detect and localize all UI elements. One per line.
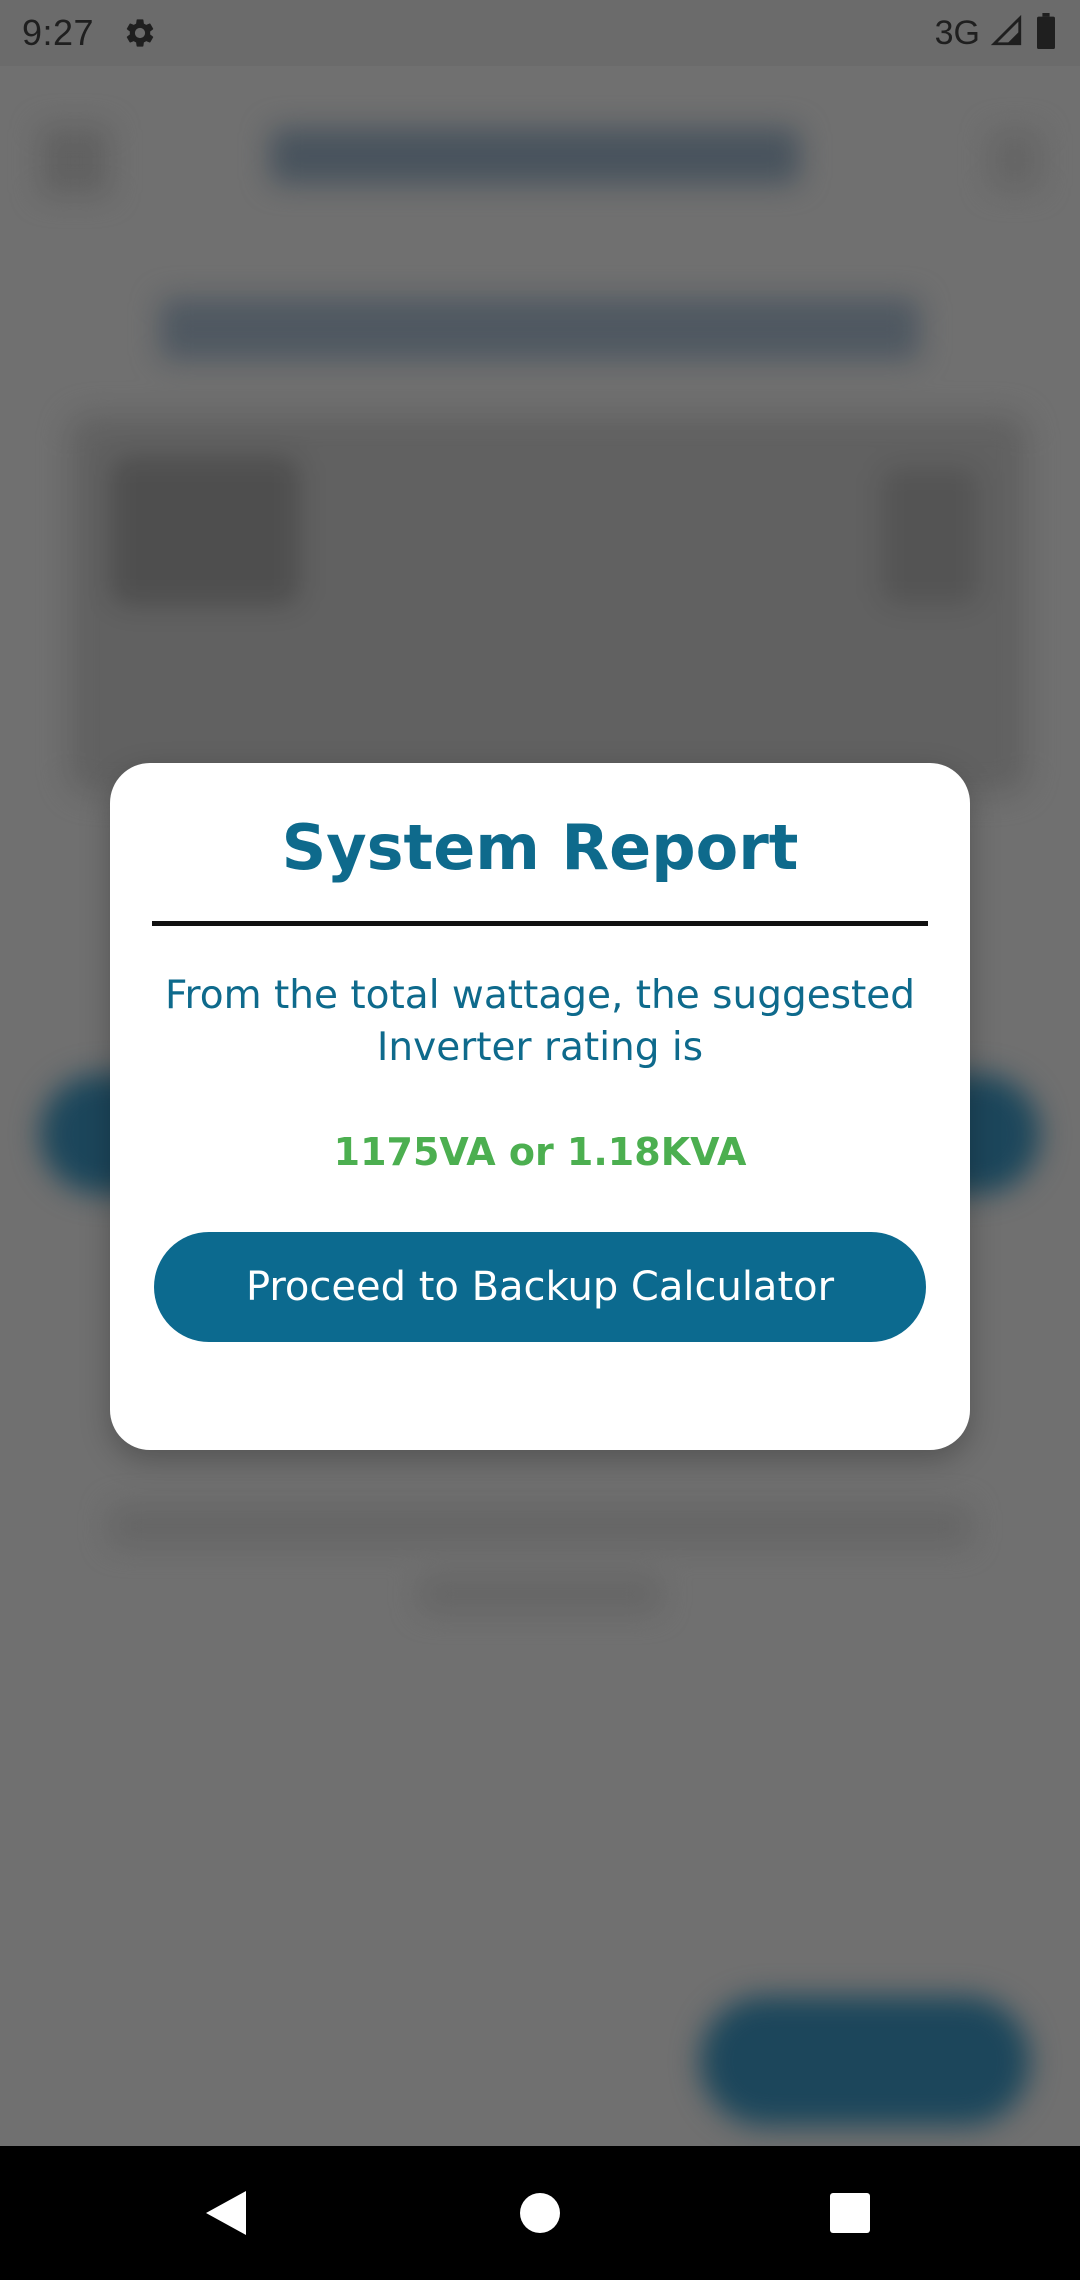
recents-icon[interactable]: [780, 2146, 920, 2280]
gear-icon: [122, 15, 158, 51]
dialog-title: System Report: [281, 811, 799, 884]
status-time: 9:27: [22, 12, 95, 53]
status-bar: 9:27 3G: [0, 0, 1080, 66]
signal-icon: [990, 14, 1024, 52]
home-icon[interactable]: [470, 2146, 610, 2280]
status-indicators: 3G: [935, 13, 1058, 53]
battery-icon: [1034, 13, 1058, 53]
dialog-message: From the total wattage, the suggested In…: [164, 973, 916, 1071]
inverter-rating-value: 1175VA or 1.18KVA: [333, 1130, 747, 1175]
proceed-to-backup-calculator-button[interactable]: Proceed to Backup Calculator: [154, 1232, 926, 1343]
system-report-dialog: System Report From the total wattage, th…: [110, 763, 970, 1450]
dialog-divider: [152, 921, 928, 927]
navigation-bar: [0, 2146, 1080, 2280]
back-icon[interactable]: [156, 2146, 296, 2280]
network-type: 3G: [934, 13, 980, 52]
